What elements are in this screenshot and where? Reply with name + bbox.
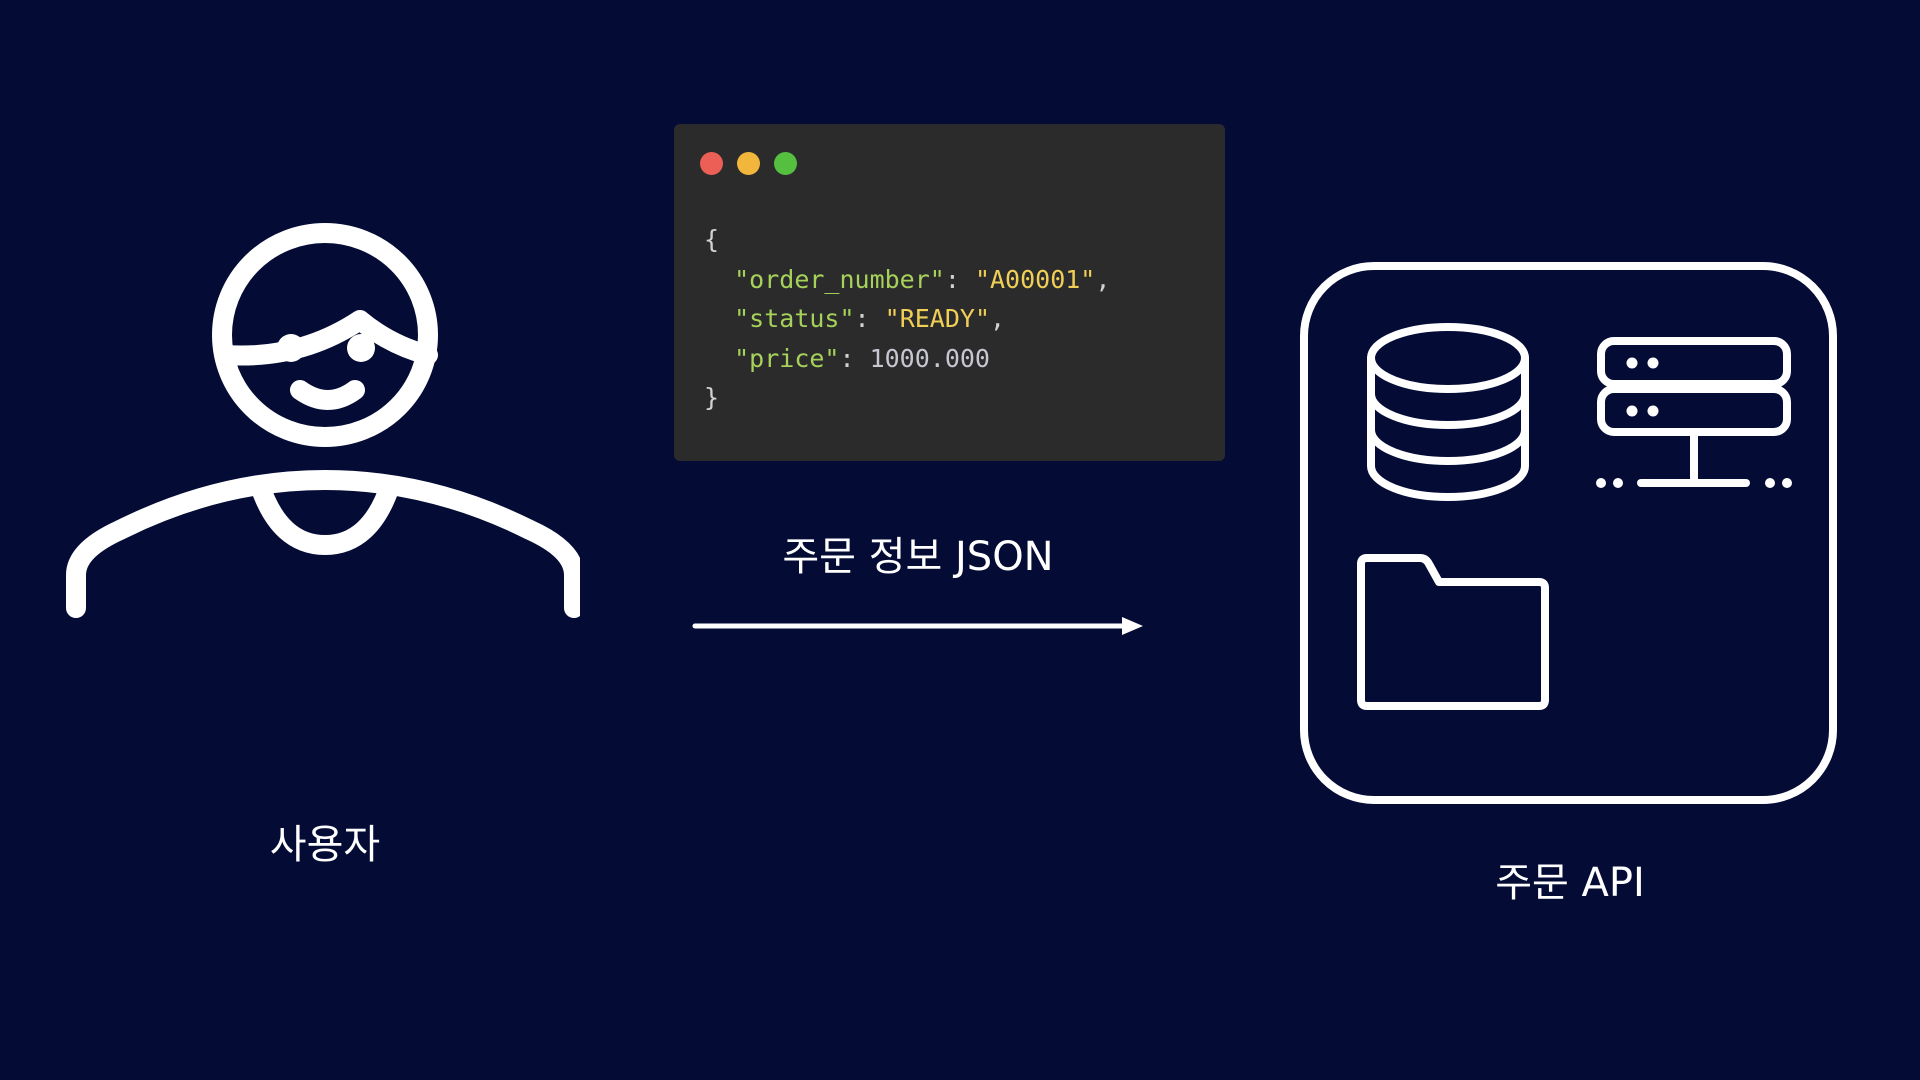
arrow-right-icon <box>692 617 1143 635</box>
json-key: "status" <box>734 304 855 333</box>
api-container-icon <box>1300 262 1837 804</box>
json-key: "price" <box>734 343 840 373</box>
json-open-brace: { <box>704 225 720 254</box>
json-value: "READY" <box>884 304 990 333</box>
json-code-window: { "order_number": "A00001", "status": "R… <box>674 124 1225 461</box>
maximize-dot-icon <box>774 152 797 175</box>
json-code: { "order_number": "A00001", "status": "R… <box>704 225 1111 412</box>
right-eye <box>347 334 375 362</box>
database-icon <box>1367 323 1529 501</box>
api-box-outline <box>1300 262 1837 804</box>
minimize-dot-icon <box>737 152 760 175</box>
user-icon <box>66 223 580 618</box>
left-eye <box>277 334 305 362</box>
json-key: "order_number" <box>734 264 945 294</box>
json-label: 주문 정보 JSON <box>782 534 1054 580</box>
hair-line <box>215 310 438 366</box>
window-controls <box>700 152 797 175</box>
json-value: "A00001" <box>974 264 1096 294</box>
user-label: 사용자 <box>269 822 381 868</box>
json-value: 1000.000 <box>869 343 990 373</box>
folder-icon <box>1357 554 1549 710</box>
close-dot-icon <box>700 152 723 175</box>
collar <box>250 476 400 555</box>
json-close-brace: } <box>704 383 720 412</box>
api-label: 주문 API <box>1495 860 1645 906</box>
smile <box>290 380 365 410</box>
